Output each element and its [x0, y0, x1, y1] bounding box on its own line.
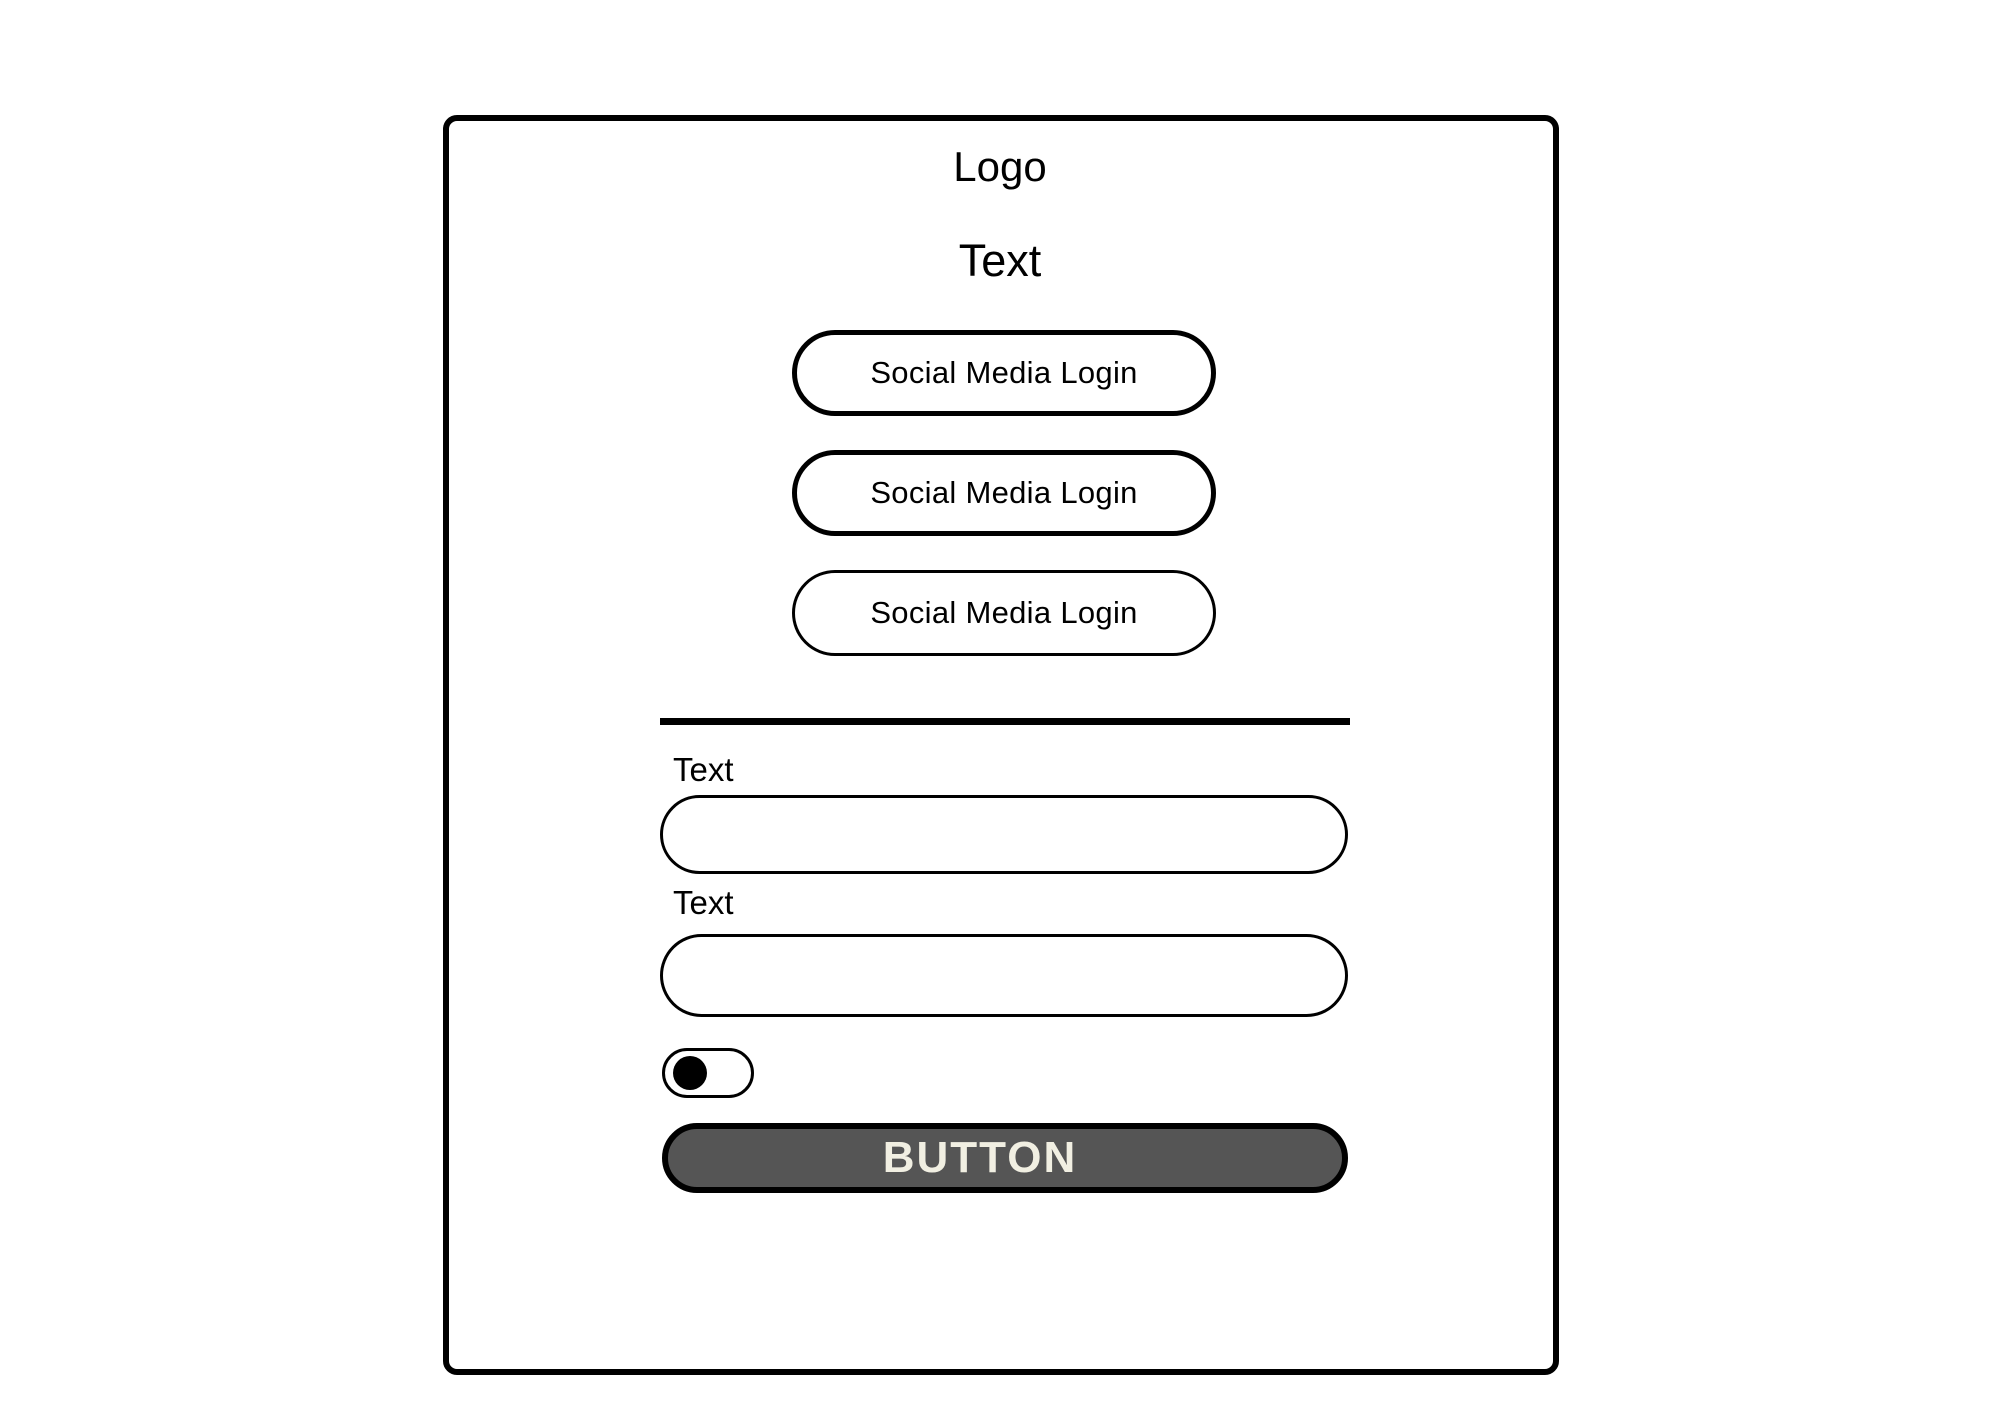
- field-label-2: Text: [673, 884, 734, 921]
- toggle-switch[interactable]: [662, 1048, 754, 1098]
- social-login-button-3[interactable]: Social Media Login: [792, 570, 1216, 656]
- logo: Logo: [953, 143, 1047, 190]
- field-label-1: Text: [673, 751, 734, 788]
- page-title: Text: [958, 235, 1042, 286]
- social-login-label: Social Media Login: [870, 475, 1138, 510]
- social-login-button-1[interactable]: Social Media Login: [792, 330, 1216, 416]
- divider: [660, 718, 1350, 725]
- social-login-label: Social Media Login: [870, 595, 1138, 630]
- submit-button[interactable]: BUTTON: [662, 1123, 1348, 1193]
- toggle-knob: [673, 1056, 707, 1090]
- text-input-1[interactable]: [660, 795, 1348, 874]
- social-login-label: Social Media Login: [870, 355, 1138, 390]
- submit-button-label: BUTTON: [882, 1133, 1078, 1182]
- text-input-2[interactable]: [660, 934, 1348, 1017]
- social-login-button-2[interactable]: Social Media Login: [792, 450, 1216, 536]
